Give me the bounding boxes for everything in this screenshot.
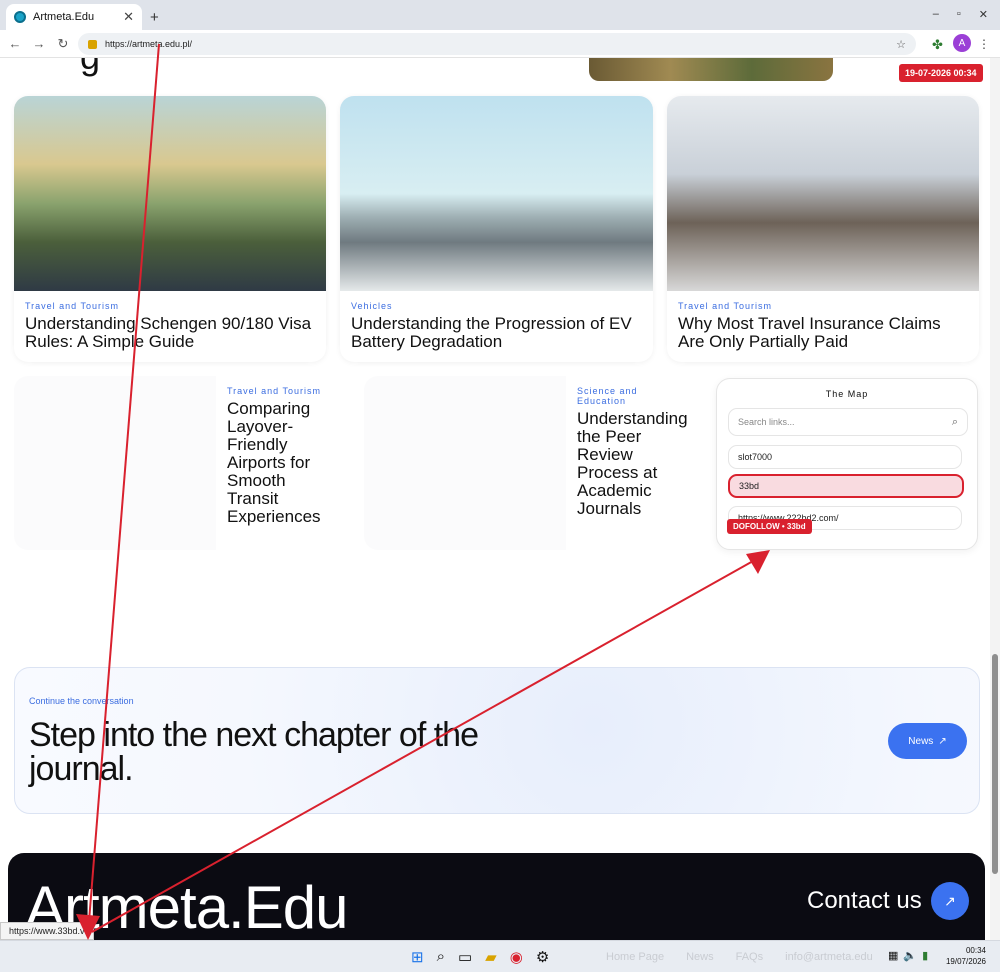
article-card[interactable]: Travel and Tourism Comparing Layover-Fri… xyxy=(14,376,350,550)
article-title[interactable]: Comparing Layover-Friendly Airports for … xyxy=(227,400,339,526)
start-icon[interactable]: ⊞ xyxy=(411,948,424,966)
nav-link-news[interactable]: News xyxy=(686,951,714,963)
map-link-item-highlighted[interactable]: 33bd xyxy=(728,474,964,498)
close-tab-icon[interactable]: ✕ xyxy=(123,9,134,25)
reload-icon[interactable]: ↻ xyxy=(56,36,70,52)
address-bar[interactable]: https://artmeta.edu.pl/ ☆ xyxy=(78,33,916,55)
link-status-url: https://www.33bd.v xyxy=(0,922,94,940)
map-link-item[interactable]: slot7000 xyxy=(728,445,962,469)
article-category[interactable]: Vehicles xyxy=(351,301,642,311)
section-heading-fragment: g xyxy=(80,58,100,78)
date-badge: 19-07-2026 00:34 xyxy=(899,64,983,82)
cta-headline: Step into the next chapter of the journa… xyxy=(29,716,479,788)
battery-icon[interactable]: ▮ xyxy=(922,949,928,962)
nav-link-home[interactable]: Home Page xyxy=(606,951,664,963)
footer-nav-links: Home Page News FAQs info@artmeta.edu xyxy=(606,951,873,963)
contact-link[interactable]: Contact us xyxy=(807,887,922,915)
tab-title: Artmeta.Edu xyxy=(33,11,95,23)
search-placeholder: Search links... xyxy=(738,417,795,427)
contact-arrow-button[interactable]: ↗ xyxy=(931,882,969,920)
clock-time: 00:34 xyxy=(965,946,986,955)
back-arrow-icon[interactable]: ← xyxy=(8,36,22,51)
article-text-panel: Travel and Tourism Comparing Layover-Fri… xyxy=(216,376,350,550)
task-view-icon[interactable]: ▭ xyxy=(458,948,472,966)
clock-date: 19/07/2026 xyxy=(945,957,986,966)
maximize-icon[interactable]: ▫ xyxy=(957,8,961,21)
url-text: https://artmeta.edu.pl/ xyxy=(105,39,193,49)
browser-nav-bar: ← → ↻ https://artmeta.edu.pl/ ☆ ✤ A ⋮ xyxy=(0,30,1000,58)
article-title[interactable]: Understanding the Progression of EV Batt… xyxy=(351,315,642,351)
cta-kicker: Continue the conversation xyxy=(29,696,134,706)
link-search-input[interactable]: Search links... ⌕ xyxy=(728,408,968,436)
network-icon[interactable]: ▦ xyxy=(888,949,898,962)
map-title: The Map xyxy=(825,389,869,399)
site-info-icon[interactable] xyxy=(88,39,97,49)
magnifier-icon: ⌕ xyxy=(951,415,958,428)
article-text-panel: Science and Education Understanding the … xyxy=(566,376,700,550)
browser-tab-bar: Artmeta.Edu ✕ + – ▫ ✕ xyxy=(0,0,1000,30)
article-title[interactable]: Understanding the Peer Review Process at… xyxy=(577,410,689,518)
search-icon[interactable]: ⌕ xyxy=(437,948,445,966)
window-controls: – ▫ ✕ xyxy=(933,8,988,21)
hero-image[interactable] xyxy=(589,58,833,81)
settings-icon[interactable]: ⚙ xyxy=(536,948,549,966)
site-footer: Artmeta.Edu Contact us ↗ xyxy=(8,853,985,940)
minimize-icon[interactable]: – xyxy=(933,8,939,21)
article-card[interactable]: Travel and Tourism Why Most Travel Insur… xyxy=(667,96,979,362)
forward-arrow-icon[interactable]: → xyxy=(32,36,46,51)
folder-icon[interactable]: ▰ xyxy=(485,948,497,966)
system-tray: ▦ 🔈 ▮ xyxy=(888,949,928,962)
news-button[interactable]: News ↗ xyxy=(888,723,967,759)
star-icon[interactable]: ☆ xyxy=(896,38,906,51)
browser-tab[interactable]: Artmeta.Edu ✕ xyxy=(6,4,142,30)
scrollbar-thumb[interactable] xyxy=(992,654,998,874)
article-image[interactable] xyxy=(667,96,979,291)
taskbar-apps: ⊞ ⌕ ▭ ▰ ◉ ⚙ xyxy=(411,948,549,966)
article-category[interactable]: Travel and Tourism xyxy=(25,301,315,311)
arrow-up-right-icon: ↗ xyxy=(938,735,947,747)
article-card[interactable]: Travel and Tourism Understanding Schenge… xyxy=(14,96,326,362)
dofollow-badge: DOFOLLOW • 33bd xyxy=(727,519,812,534)
new-tab-button[interactable]: + xyxy=(150,9,159,26)
system-clock[interactable]: 00:34 19/07/2026 xyxy=(938,945,986,967)
page-scrollbar[interactable] xyxy=(990,58,1000,940)
cta-banner: Continue the conversation Step into the … xyxy=(14,667,980,814)
article-card[interactable]: Vehicles Understanding the Progression o… xyxy=(340,96,653,362)
article-category[interactable]: Travel and Tourism xyxy=(678,301,968,311)
article-title[interactable]: Why Most Travel Insurance Claims Are Onl… xyxy=(678,315,968,351)
page-viewport: g 19-07-2026 00:34 Travel and Tourism Un… xyxy=(0,58,1000,940)
nav-link-email[interactable]: info@artmeta.edu xyxy=(785,951,873,963)
article-card[interactable]: Science and Education Understanding the … xyxy=(364,376,700,550)
article-image[interactable] xyxy=(340,96,653,291)
article-category[interactable]: Travel and Tourism xyxy=(227,386,339,396)
profile-avatar[interactable]: A xyxy=(953,34,971,52)
extension-icon[interactable]: ✤ xyxy=(932,37,943,53)
window-close-icon[interactable]: ✕ xyxy=(979,8,988,21)
chrome-icon[interactable]: ◉ xyxy=(510,948,523,966)
news-button-label: News xyxy=(908,735,934,747)
browser-menu-icon[interactable]: ⋮ xyxy=(978,37,990,51)
favicon-icon xyxy=(14,11,26,23)
nav-link-faqs[interactable]: FAQs xyxy=(736,951,764,963)
os-taskbar: ⊞ ⌕ ▭ ▰ ◉ ⚙ Home Page News FAQs info@art… xyxy=(0,940,1000,972)
volume-icon[interactable]: 🔈 xyxy=(903,949,917,962)
article-image[interactable] xyxy=(14,96,326,291)
article-category[interactable]: Science and Education xyxy=(577,386,689,406)
article-title[interactable]: Understanding Schengen 90/180 Visa Rules… xyxy=(25,315,315,351)
